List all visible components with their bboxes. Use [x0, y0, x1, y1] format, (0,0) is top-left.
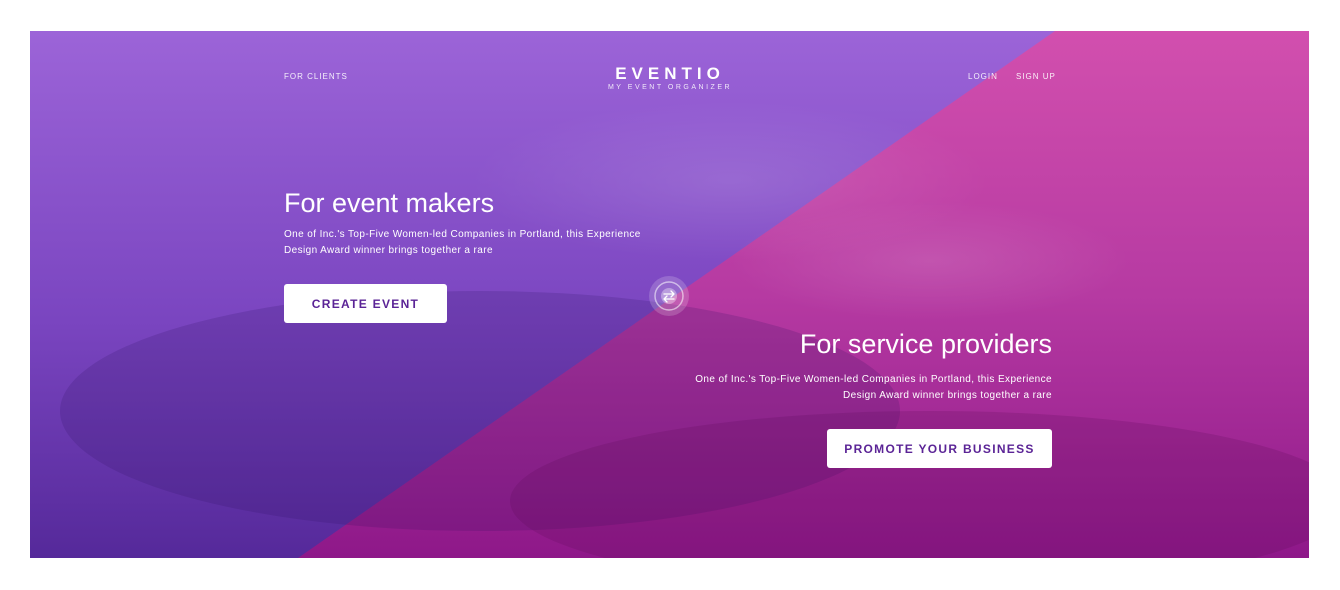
- nav-login[interactable]: LOGIN: [968, 72, 998, 81]
- nav-signup[interactable]: SIGN UP: [1016, 72, 1056, 81]
- logo-tagline: MY EVENT ORGANIZER: [607, 84, 733, 91]
- promote-business-button[interactable]: PROMOTE YOUR BUSINESS: [827, 429, 1052, 468]
- center-swap-button[interactable]: [648, 275, 690, 317]
- hero-section: FOR CLIENTS EVENTIO MY EVENT ORGANIZER L…: [30, 31, 1309, 558]
- service-providers-description: One of Inc.'s Top-Five Women-led Compani…: [695, 374, 1052, 401]
- swap-icon: [649, 276, 689, 316]
- event-makers-title: For event makers: [284, 188, 495, 218]
- event-makers-description: One of Inc.'s Top-Five Women-led Compani…: [284, 229, 641, 256]
- logo-wordmark: EVENTIO: [615, 64, 725, 83]
- logo[interactable]: EVENTIO MY EVENT ORGANIZER: [590, 65, 750, 91]
- service-providers-title: For service providers: [799, 329, 1052, 359]
- create-event-button[interactable]: CREATE EVENT: [284, 284, 447, 323]
- nav-for-clients[interactable]: FOR CLIENTS: [284, 72, 348, 81]
